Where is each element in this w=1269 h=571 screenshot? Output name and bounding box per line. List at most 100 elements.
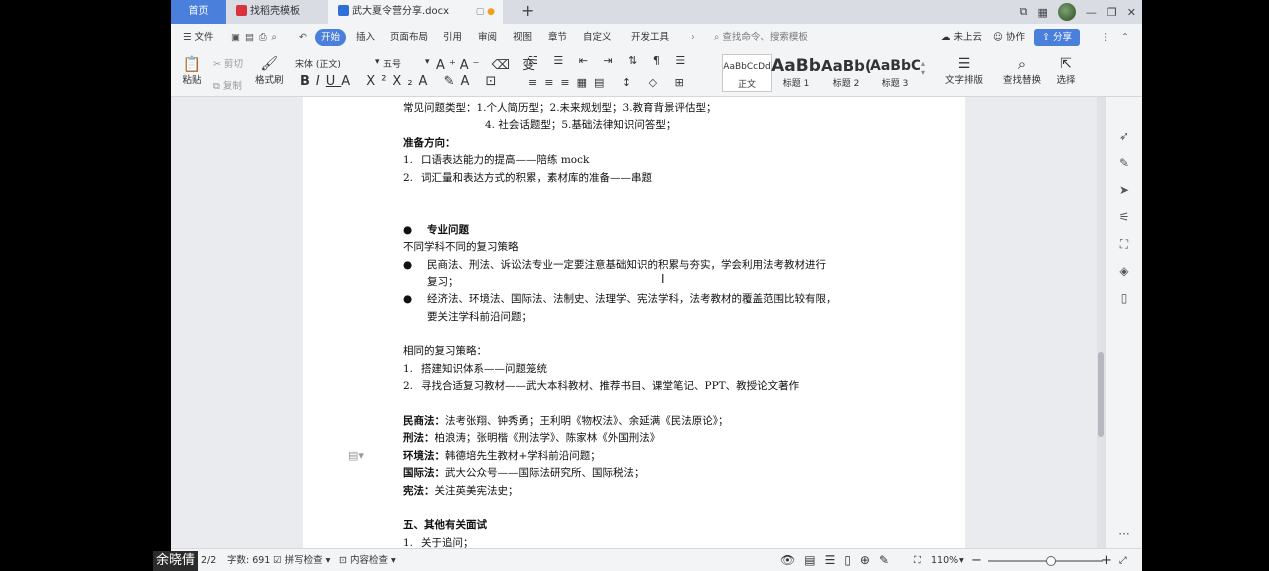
vertical-scrollbar[interactable] xyxy=(1097,97,1105,548)
menu-view[interactable]: 视图 xyxy=(513,24,532,51)
document-body[interactable]: 常见问题类型：1.个人简历型；2.未来规划型；3.教育背景评估型； 4. 社会话题… xyxy=(403,100,873,548)
document-line[interactable]: 国际法：武大公众号——国际法研究所、国际税法； xyxy=(403,465,873,482)
menu-chapter[interactable]: 章节 xyxy=(548,24,567,51)
style-heading-1[interactable]: AaBb 标题 1 xyxy=(771,54,821,92)
cut-button[interactable]: ✂ 剪切 xyxy=(213,56,243,70)
document-line[interactable]: 刑法：柏浪涛；张明楷《刑法学》、陈家林《外国刑法》 xyxy=(403,430,873,447)
document-line[interactable]: 1. 口语表达能力的提高——陪练 mock xyxy=(403,152,873,169)
more-dots-icon[interactable]: ··· xyxy=(1117,527,1131,541)
command-search[interactable]: ⌕ 查找命令、搜索模板 xyxy=(714,24,808,51)
font-size-tools[interactable]: A⁺A⁻ ⌫ 变 xyxy=(436,54,539,73)
document-line[interactable]: 常见问题类型：1.个人简历型；2.未来规划型；3.教育背景评估型； xyxy=(403,100,873,117)
menu-custom[interactable]: 自定义 xyxy=(583,24,612,51)
paragraph-handle-icon[interactable]: ▤▾ xyxy=(348,449,364,462)
list-tools[interactable]: ☷ ☰ ⇤ ⇥ ⇅ ¶ ☰ xyxy=(528,54,691,67)
document-line[interactable]: 4. 社会话题型；5.基础法律知识问答型； xyxy=(403,117,873,134)
style-heading-3[interactable]: AaBbC 标题 3 xyxy=(870,54,920,92)
styles-scroll-icon[interactable]: ▴ ▾ xyxy=(921,59,925,77)
user-avatar[interactable] xyxy=(1057,3,1076,21)
sliders-icon[interactable]: ⚟ xyxy=(1117,210,1131,224)
format-painter-button[interactable]: 🖌 格式刷 xyxy=(255,54,284,88)
content-check-button[interactable]: ⊡ 内容检查 ▾ xyxy=(339,549,396,571)
text-layout-button[interactable]: ☰ 文字排版 xyxy=(942,54,986,88)
document-line[interactable]: 五、其他有关面试 xyxy=(403,517,873,534)
document-line[interactable] xyxy=(403,326,873,343)
image-tool-icon[interactable]: ⛶ xyxy=(1117,237,1131,251)
share-button[interactable]: ⇪ 分享 xyxy=(1034,29,1080,46)
document-line[interactable]: ● 民商法、刑法、诉讼法专业一定要注意基础知识的积累与夯实，学会利用法考教材进行 xyxy=(403,257,873,274)
collab-button[interactable]: ☺ 协作 xyxy=(993,24,1025,51)
spell-check-button[interactable]: ☑ 拼写检查 ▾ xyxy=(273,549,330,571)
rocket-icon[interactable]: ➶ xyxy=(1117,129,1131,143)
menu-more-icon[interactable]: › xyxy=(691,24,695,51)
copy-button[interactable]: ⧉ 复制 xyxy=(213,78,242,92)
select-button[interactable]: ⇱ 选择 xyxy=(1053,54,1079,88)
paragraph-tools[interactable]: ≡≡≡▦▤ ↕ ◇ ⊞ xyxy=(528,76,691,89)
document-line[interactable]: 复习； xyxy=(403,274,873,291)
document-line[interactable]: 宪法：关注英美宪法史； xyxy=(403,483,873,500)
document-line[interactable]: ● 经济法、环境法、国际法、法制史、法理学、宪法学科，法考教材的覆盖范围比较有限， xyxy=(403,291,873,308)
menu-page-layout[interactable]: 页面布局 xyxy=(390,24,428,51)
zoom-dropdown-icon[interactable]: ▾ xyxy=(959,549,964,571)
document-line[interactable]: ● 专业问题 xyxy=(403,222,873,239)
zoom-level[interactable]: 110% xyxy=(931,549,958,571)
new-tab-button[interactable]: + xyxy=(521,0,534,22)
document-line[interactable] xyxy=(403,204,873,221)
zoom-in-button[interactable]: + xyxy=(1101,549,1112,571)
menu-file[interactable]: ☰ 文件 xyxy=(183,24,214,51)
find-replace-button[interactable]: ⌕ 查找替换 xyxy=(999,54,1045,88)
undo-icon[interactable]: ↶ xyxy=(299,24,307,51)
tab-home[interactable]: 首页 xyxy=(171,0,226,24)
scrollbar-thumb[interactable] xyxy=(1098,352,1104,437)
document-page[interactable]: 常见问题类型：1.个人简历型；2.未来规划型；3.教育背景评估型； 4. 社会话题… xyxy=(303,97,965,548)
pen-icon[interactable]: ✎ xyxy=(1117,156,1131,170)
tab-templates[interactable]: 找稻壳模板 xyxy=(226,0,328,24)
book-icon[interactable]: ▯ xyxy=(1117,291,1131,305)
word-count[interactable]: 字数: 691 xyxy=(227,549,270,571)
style-heading-2[interactable]: AaBb( 标题 2 xyxy=(821,54,871,92)
menu-review[interactable]: 审阅 xyxy=(478,24,497,51)
document-line[interactable]: 1. 关于追问； xyxy=(403,535,873,548)
document-line[interactable]: 不同学科不同的复习策略 xyxy=(403,239,873,256)
layout-icon[interactable]: ⧉ xyxy=(1020,5,1028,19)
menu-references[interactable]: 引用 xyxy=(443,24,462,51)
document-line[interactable] xyxy=(403,187,873,204)
font-format-tools[interactable]: BIUA X²X₂A ✎A ⊡ xyxy=(300,74,502,89)
apps-grid-icon[interactable]: ▦ xyxy=(1038,6,1048,19)
quick-access-icons[interactable]: ▣▤⎙⌕ xyxy=(231,24,282,51)
document-line[interactable]: 2. 词汇量和表达方式的积累，素材库的准备——串题 xyxy=(403,170,873,187)
document-line[interactable] xyxy=(403,396,873,413)
menu-insert[interactable]: 插入 xyxy=(356,24,375,51)
cloud-status[interactable]: ☁ 未上云 xyxy=(941,24,982,51)
zoom-out-button[interactable]: − xyxy=(971,549,982,571)
document-line[interactable]: 2. 寻找合适复习教材——武大本科教材、推荐书目、课堂笔记、PPT、教授论文著作 xyxy=(403,378,873,395)
location-icon[interactable]: ◈ xyxy=(1117,264,1131,278)
zoom-slider-knob[interactable] xyxy=(1046,556,1057,566)
document-line[interactable]: 要关注学科前沿问题； xyxy=(403,309,873,326)
paste-button[interactable]: 📋 粘贴 xyxy=(180,54,204,88)
collapse-ribbon-icon[interactable]: ⌃ xyxy=(1121,24,1129,51)
minimize-icon[interactable]: — xyxy=(1086,6,1097,19)
fullscreen-icon[interactable]: ⤢ xyxy=(1119,549,1127,571)
cursor-icon[interactable]: ➤ xyxy=(1117,183,1131,197)
document-line[interactable] xyxy=(403,500,873,517)
document-line[interactable]: 环境法：韩德培先生教材+学科前沿问题； xyxy=(403,448,873,465)
document-line[interactable]: 相同的复习策略： xyxy=(403,343,873,360)
document-line[interactable]: 民商法：法考张翔、钟秀勇；王利明《物权法》、余延满《民法原论》； xyxy=(403,413,873,430)
document-area[interactable]: 常见问题类型：1.个人简历型；2.未来规划型；3.教育背景评估型； 4. 社会话题… xyxy=(171,97,1097,548)
tab-status-icon[interactable]: ▢ ● xyxy=(476,0,495,24)
more-options-icon[interactable]: ⋮ xyxy=(1101,24,1111,51)
menu-developer[interactable]: 开发工具 xyxy=(631,24,669,51)
page-indicator[interactable]: 2/2 xyxy=(201,549,216,571)
tab-document[interactable]: 武大夏令营分享.docx ▢ ● xyxy=(328,0,503,24)
document-line[interactable]: 准备方向： xyxy=(403,135,873,152)
document-line[interactable]: 1. 搭建知识体系——问题笼统 xyxy=(403,361,873,378)
close-icon[interactable]: ✕ xyxy=(1127,6,1136,19)
view-mode-icons[interactable]: 👁▤☰▯⊕✎ xyxy=(780,549,898,571)
restore-icon[interactable]: ❐ xyxy=(1107,6,1117,19)
zoom-slider[interactable] xyxy=(988,556,1103,566)
menu-start[interactable]: 开始 xyxy=(315,29,347,46)
font-size-select[interactable]: 五号 ▾ xyxy=(383,57,433,70)
fit-page-icon[interactable]: ⛶ xyxy=(914,549,921,571)
style-normal[interactable]: AaBbCcDd 正文 xyxy=(722,54,772,92)
